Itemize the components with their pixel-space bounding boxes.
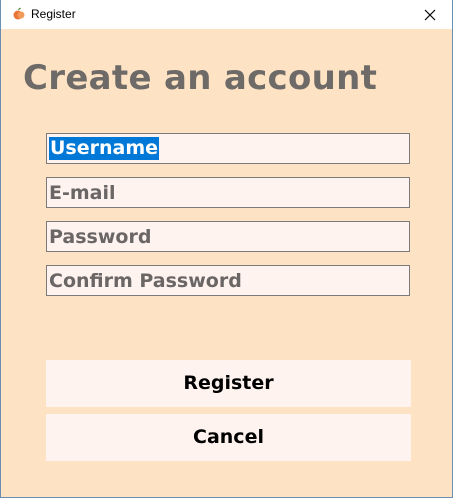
password-input[interactable] (47, 222, 409, 251)
register-button[interactable]: Register (46, 360, 411, 407)
cancel-button[interactable]: Cancel (46, 414, 411, 461)
register-window: Register Create an account Username Regi… (0, 0, 453, 498)
confirm-password-input[interactable] (47, 266, 409, 295)
confirm-password-field[interactable] (46, 265, 410, 296)
email-field[interactable] (46, 177, 410, 208)
window-title: Register (31, 7, 76, 21)
close-button[interactable] (408, 0, 452, 29)
title-bar[interactable]: Register (1, 0, 452, 29)
password-field[interactable] (46, 221, 410, 252)
email-input[interactable] (47, 178, 409, 207)
app-logo-icon (11, 6, 27, 22)
page-title: Create an account (23, 58, 378, 98)
username-input[interactable] (47, 134, 409, 163)
close-icon (424, 9, 436, 20)
username-field[interactable]: Username (46, 133, 410, 164)
